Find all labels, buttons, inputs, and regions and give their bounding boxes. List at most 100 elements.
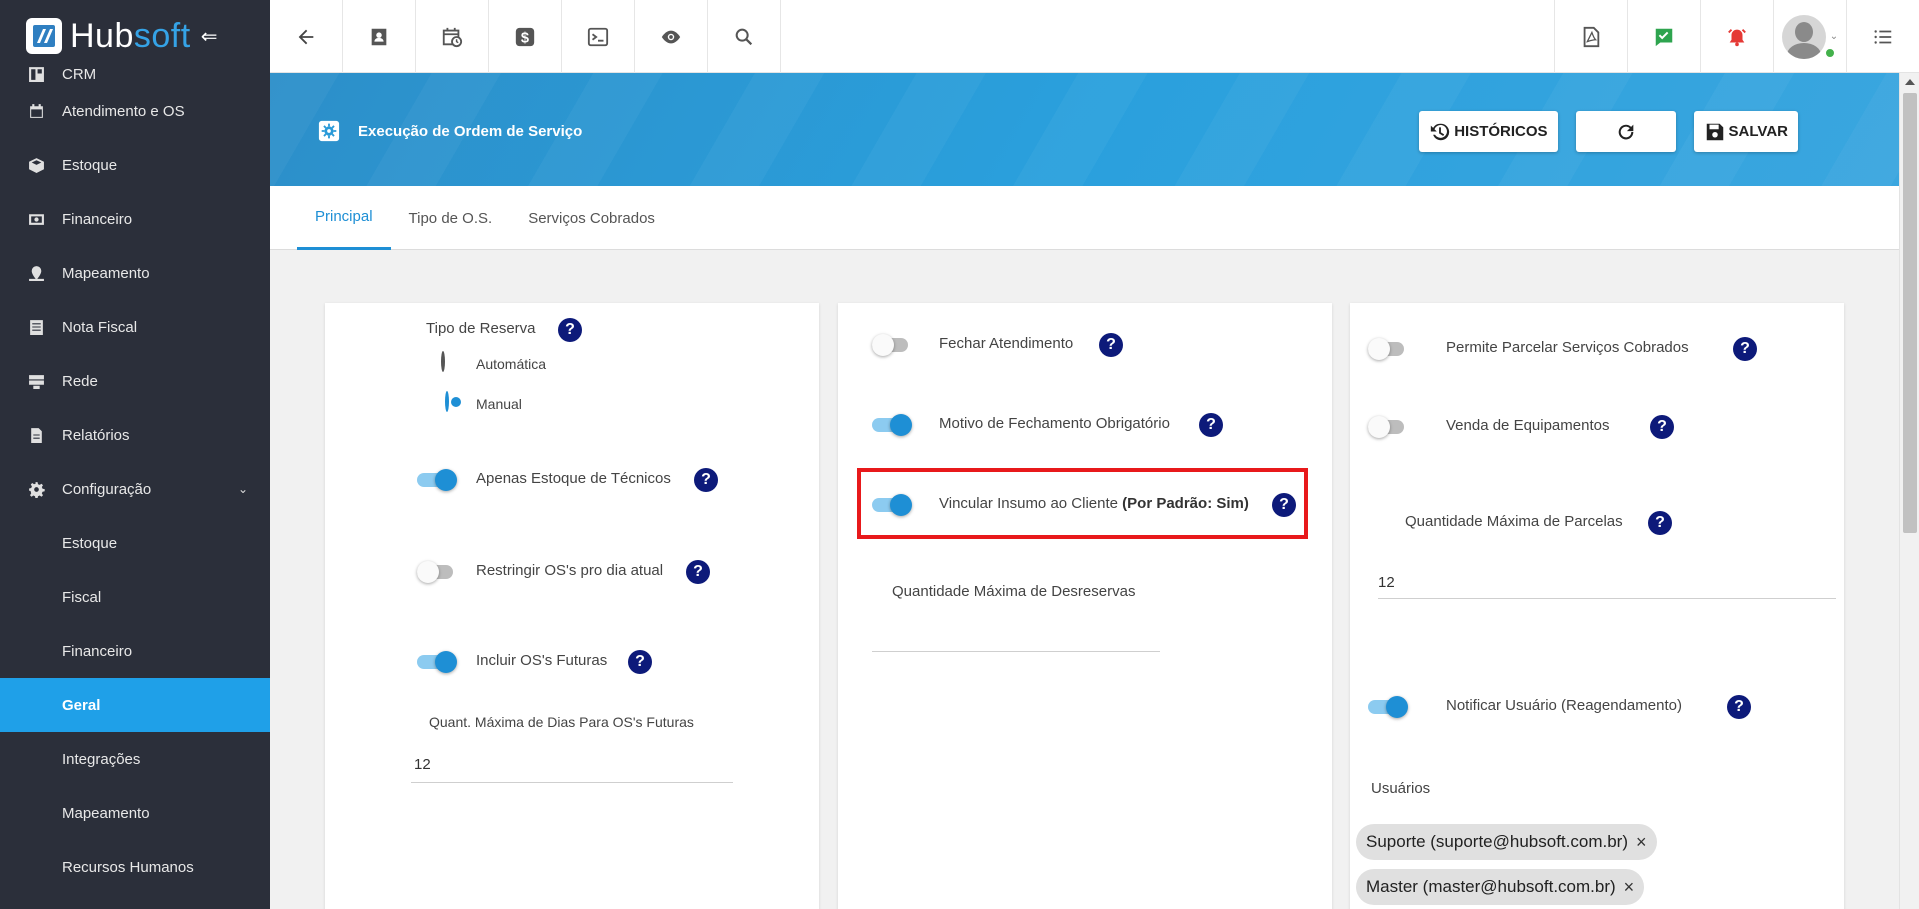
help-icon[interactable]: ? (694, 468, 718, 492)
topbar: $ ⌄ (270, 0, 1919, 73)
report-icon (26, 425, 46, 445)
restringir-label: Restringir OS's pro dia atual (476, 562, 664, 579)
contacts-button[interactable] (343, 0, 416, 73)
back-button[interactable] (270, 0, 343, 73)
brand-name: Hubsoft (70, 16, 191, 55)
scroll-thumb[interactable] (1903, 93, 1917, 533)
apenas-estoque-label: Apenas Estoque de Técnicos (476, 470, 671, 487)
chip-remove-icon[interactable]: × (1624, 877, 1635, 898)
help-icon[interactable]: ? (558, 318, 582, 342)
menu-button[interactable] (1846, 0, 1919, 73)
sidebar-sub-financeiro[interactable]: Financeiro (0, 624, 270, 678)
sidebar-item-atendimento[interactable]: Atendimento e OS (0, 84, 270, 138)
radio-automatica[interactable] (441, 351, 445, 372)
pdf-button[interactable] (1554, 0, 1627, 73)
user-avatar (1781, 14, 1826, 59)
historicos-button[interactable]: HISTÓRICOS (1419, 111, 1558, 152)
fechar-atendimento-label: Fechar Atendimento (939, 335, 1074, 352)
view-button[interactable] (635, 0, 708, 73)
gear-icon (26, 479, 46, 499)
header-actions: HISTÓRICOS SALVAR (1419, 111, 1798, 152)
chip-remove-icon[interactable]: × (1636, 832, 1647, 853)
help-icon[interactable]: ? (1733, 337, 1757, 361)
quant-dias-label: Quant. Máxima de Dias Para OS's Futuras (429, 714, 694, 730)
user-chip[interactable]: Suporte (suporte@hubsoft.com.br) × (1356, 824, 1657, 860)
tab-servicos-cobrados[interactable]: Serviços Cobrados (510, 186, 673, 250)
server-icon (26, 371, 46, 391)
tasks-button[interactable] (1627, 0, 1700, 73)
quant-dias-input[interactable]: 12 (414, 756, 431, 773)
incluir-futuras-label: Incluir OS's Futuras (476, 652, 608, 669)
tab-tipo-os[interactable]: Tipo de O.S. (391, 186, 511, 250)
refresh-button[interactable] (1575, 111, 1676, 152)
help-icon[interactable]: ? (1199, 413, 1223, 437)
refresh-icon (1618, 124, 1633, 139)
terminal-icon (587, 27, 609, 46)
sidebar-item-rede[interactable]: Rede (0, 354, 270, 408)
sidebar-item-crm[interactable]: CRM (0, 64, 270, 84)
page-scrollbar[interactable] (1899, 73, 1919, 909)
user-menu[interactable]: ⌄ (1773, 0, 1846, 73)
online-status-dot (1824, 46, 1837, 59)
money-icon (26, 209, 46, 229)
vincular-insumo-label: Vincular Insumo ao Cliente (Por Padrão: … (939, 495, 1249, 512)
scroll-up-arrow-icon[interactable] (1905, 79, 1915, 85)
sidebar-sub-recursos-humanos[interactable]: Recursos Humanos (0, 840, 270, 894)
sidebar-sub-mapeamento[interactable]: Mapeamento (0, 786, 270, 840)
sidebar-item-configuracao[interactable]: Configuração ⌄ (0, 462, 270, 516)
sidebar-item-nota-fiscal[interactable]: Nota Fiscal (0, 300, 270, 354)
terminal-button[interactable] (562, 0, 635, 73)
schedule-button[interactable] (416, 0, 489, 73)
help-icon[interactable]: ? (1650, 415, 1674, 439)
salvar-button[interactable]: SALVAR (1693, 111, 1798, 152)
eye-icon (661, 30, 681, 43)
svg-text:$: $ (521, 30, 529, 46)
sidebar-sub-geral[interactable]: Geral (0, 678, 270, 732)
page-title: Execução de Ordem de Serviço (318, 120, 582, 142)
calendar-icon (442, 27, 463, 47)
sidebar-sub-integracoes[interactable]: Integrações (0, 732, 270, 786)
calendar-clock-icon (26, 101, 46, 121)
sidebar-item-mapeamento[interactable]: Mapeamento (0, 246, 270, 300)
sidebar-item-financeiro[interactable]: Financeiro (0, 192, 270, 246)
map-pin-icon (26, 263, 46, 283)
venda-equipamentos-label: Venda de Equipamentos (1446, 417, 1610, 434)
help-icon[interactable]: ? (1099, 333, 1123, 357)
hubsoft-logo-icon (26, 18, 62, 54)
radio-manual[interactable] (445, 391, 449, 412)
qtd-parcelas-label: Quantidade Máxima de Parcelas (1405, 513, 1623, 530)
sidebar: Hubsoft ⇐ CRM Atendimento e OS Estoque F… (0, 0, 270, 909)
topbar-right: ⌄ (1554, 0, 1919, 73)
sidebar-item-relatorios[interactable]: Relatórios (0, 408, 270, 462)
contact-icon (371, 28, 387, 45)
history-icon (1431, 123, 1450, 140)
help-icon[interactable]: ? (1272, 493, 1296, 517)
chevron-down-icon: ⌄ (1829, 31, 1839, 42)
collapse-sidebar-icon[interactable]: ⇐ (201, 24, 218, 49)
user-chip[interactable]: Master (master@hubsoft.com.br) × (1356, 869, 1645, 905)
brand: Hubsoft ⇐ (0, 0, 270, 72)
help-icon[interactable]: ? (686, 560, 710, 584)
card-servicos: Permite Parcelar Serviços Cobrados ? Ven… (1350, 303, 1844, 909)
card-reserva: Tipo de Reserva ? Automática Manual Apen… (325, 303, 819, 909)
alarms-button[interactable] (1700, 0, 1773, 73)
receipt-icon (26, 317, 46, 337)
help-icon[interactable]: ? (628, 650, 652, 674)
settings-icon (318, 120, 340, 142)
tabs: Principal Tipo de O.S. Serviços Cobrados (270, 186, 1899, 250)
qtd-parcelas-input[interactable]: 12 (1378, 574, 1395, 591)
financial-button[interactable]: $ (489, 0, 562, 73)
crm-icon (26, 64, 46, 84)
tab-principal[interactable]: Principal (297, 186, 391, 250)
chevron-down-icon: ⌄ (237, 482, 248, 496)
sidebar-sub-fiscal[interactable]: Fiscal (0, 570, 270, 624)
help-icon[interactable]: ? (1727, 695, 1751, 719)
permite-parcelar-label: Permite Parcelar Serviços Cobrados (1446, 339, 1689, 356)
help-icon[interactable]: ? (1648, 511, 1672, 535)
sidebar-item-estoque[interactable]: Estoque (0, 138, 270, 192)
alarm-icon (1728, 28, 1746, 46)
pdf-icon (1583, 26, 1600, 47)
sidebar-sub-estoque[interactable]: Estoque (0, 516, 270, 570)
card-fechamento: Fechar Atendimento ? Motivo de Fechament… (838, 303, 1332, 909)
search-button[interactable] (708, 0, 781, 73)
